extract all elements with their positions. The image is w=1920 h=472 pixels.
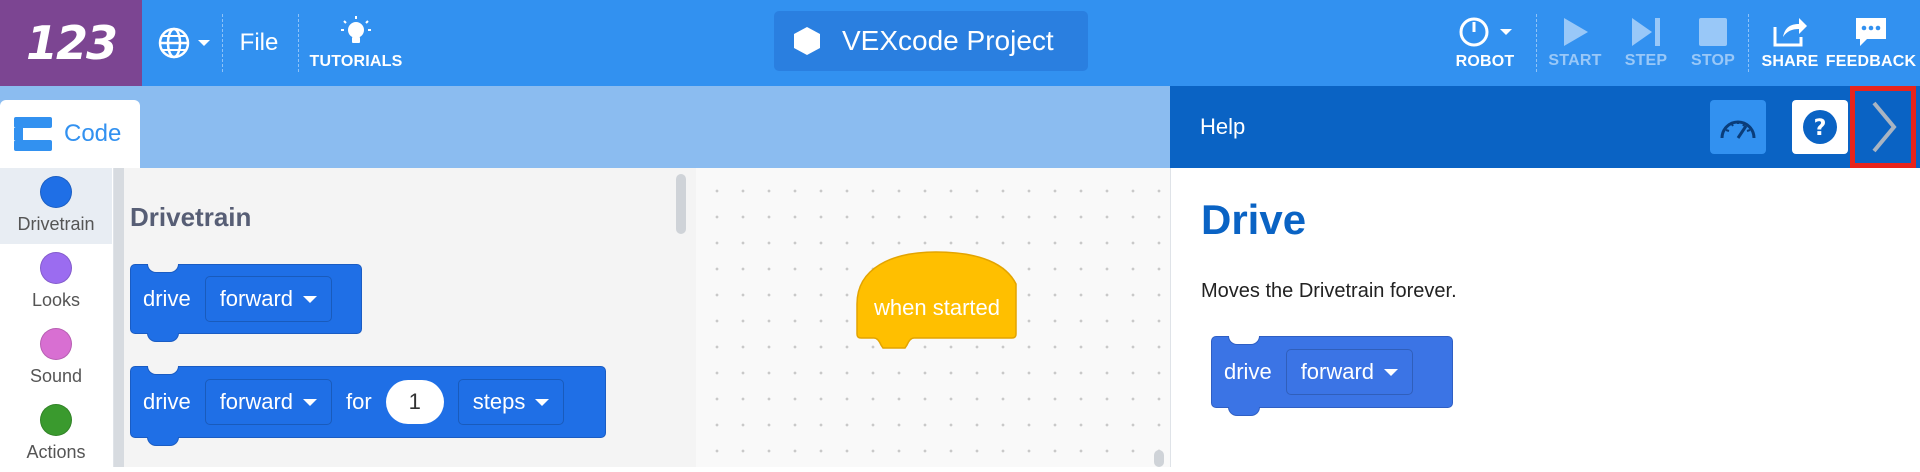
stop-button[interactable]: STOP [1680, 0, 1746, 86]
category-looks[interactable]: Looks [0, 244, 112, 320]
robot-label: ROBOT [1455, 53, 1515, 70]
toolbar-divider [222, 14, 223, 72]
chevron-down-icon [198, 40, 210, 46]
toolbar-divider [1536, 14, 1537, 72]
stop-label: STOP [1690, 52, 1736, 69]
collapse-help-button[interactable] [1850, 86, 1916, 168]
file-menu-button[interactable]: File [224, 0, 294, 86]
tab-code-label: Code [64, 120, 122, 147]
toolbar-divider [1748, 14, 1749, 72]
feedback-label: FEEDBACK [1825, 53, 1917, 70]
project-name-button[interactable]: VEXcode Project [774, 11, 1088, 71]
help-drive-forward-block: drive forward [1211, 336, 1453, 416]
workspace-scrollbar[interactable] [1154, 450, 1164, 467]
vexcode-123-logo[interactable]: 123 [0, 0, 142, 86]
direction-dropdown: forward [1285, 349, 1414, 395]
question-icon: ? [1803, 110, 1837, 144]
when-started-block[interactable]: when started [856, 250, 1018, 350]
unit-value: steps [472, 389, 526, 414]
robot-icon [1459, 17, 1489, 47]
editor-tab-bar [0, 86, 1170, 168]
logo-text: 123 [25, 16, 118, 70]
category-actions[interactable]: Actions [0, 396, 112, 472]
chevron-down-icon [1500, 29, 1512, 35]
lightbulb-icon [341, 16, 371, 43]
tutorials-button[interactable]: TUTORIALS [306, 0, 406, 86]
direction-dropdown[interactable]: forward [204, 379, 333, 425]
language-menu-button[interactable] [154, 0, 214, 86]
code-blocks-icon [14, 117, 52, 151]
help-button[interactable]: ? [1792, 100, 1848, 154]
block-palette: Drivetrain drive forward drive forward f… [124, 168, 696, 467]
drive-forward-block[interactable]: drive forward [130, 264, 362, 342]
dashboard-button[interactable] [1710, 100, 1766, 154]
block-for-label: for [346, 389, 372, 414]
feedback-icon [1856, 18, 1886, 46]
palette-section-title: Drivetrain [130, 202, 252, 232]
category-label: Sound [29, 366, 83, 386]
stop-icon [1699, 18, 1727, 46]
step-button[interactable]: STEP [1614, 0, 1678, 86]
share-button[interactable]: SHARE [1752, 0, 1828, 86]
drivetrain-category-dot [40, 176, 72, 208]
chevron-right-icon [1872, 101, 1897, 153]
toolbar-divider [298, 14, 299, 72]
direction-value: forward [1300, 359, 1375, 384]
file-label: File [239, 29, 279, 56]
category-label: Looks [31, 290, 81, 310]
direction-value: forward [219, 389, 294, 414]
steps-amount-input[interactable]: 1 [385, 380, 444, 424]
category-rail: Drivetrain Looks Sound Actions [0, 168, 114, 467]
tab-code[interactable]: Code [0, 100, 140, 168]
palette-scrollbar[interactable] [676, 174, 686, 234]
block-keyword: drive [143, 389, 191, 414]
help-description: Moves the Drivetrain forever. [1201, 280, 1457, 302]
direction-value: forward [219, 286, 294, 311]
tutorials-label: TUTORIALS [309, 53, 403, 70]
direction-dropdown[interactable]: forward [204, 276, 333, 322]
sound-category-dot [40, 328, 72, 360]
block-keyword: drive [143, 286, 191, 311]
share-icon [1773, 18, 1807, 47]
feedback-button[interactable]: FEEDBACK [1826, 0, 1916, 86]
block-keyword: drive [1224, 359, 1272, 384]
category-rail-scrollbar[interactable] [114, 168, 124, 467]
category-drivetrain[interactable]: Drivetrain [0, 168, 112, 244]
caret-down-icon [1384, 368, 1399, 376]
caret-down-icon [303, 398, 318, 406]
category-label: Drivetrain [17, 214, 95, 234]
help-panel-title: Help [1200, 114, 1246, 139]
top-toolbar: 123 File TUTORIALS VEXcode Project ROBOT… [0, 0, 1920, 86]
globe-icon [158, 27, 190, 59]
help-panel-header: Help ? [1170, 86, 1920, 168]
speedometer-icon [1720, 120, 1756, 139]
robot-menu-button[interactable]: ROBOT [1440, 0, 1530, 86]
caret-down-icon [535, 398, 550, 406]
play-icon [1564, 18, 1588, 46]
share-label: SHARE [1761, 53, 1819, 70]
category-sound[interactable]: Sound [0, 320, 112, 396]
svg-text:?: ? [1814, 116, 1827, 141]
hat-block-label: when started [873, 295, 1000, 320]
start-button[interactable]: START [1540, 0, 1610, 86]
start-label: START [1548, 52, 1602, 69]
looks-category-dot [40, 252, 72, 284]
hexagon-icon [794, 27, 820, 55]
help-heading: Drive [1201, 196, 1307, 243]
step-icon [1632, 18, 1660, 46]
help-panel-body: Drive Moves the Drivetrain forever. driv… [1170, 168, 1920, 467]
unit-dropdown[interactable]: steps [457, 379, 565, 425]
category-label: Actions [26, 442, 86, 462]
actions-category-dot [40, 404, 72, 436]
step-label: STEP [1624, 52, 1668, 69]
drive-for-steps-block[interactable]: drive forward for 1 steps [130, 366, 606, 446]
caret-down-icon [303, 295, 318, 303]
project-title: VEXcode Project [842, 25, 1054, 56]
